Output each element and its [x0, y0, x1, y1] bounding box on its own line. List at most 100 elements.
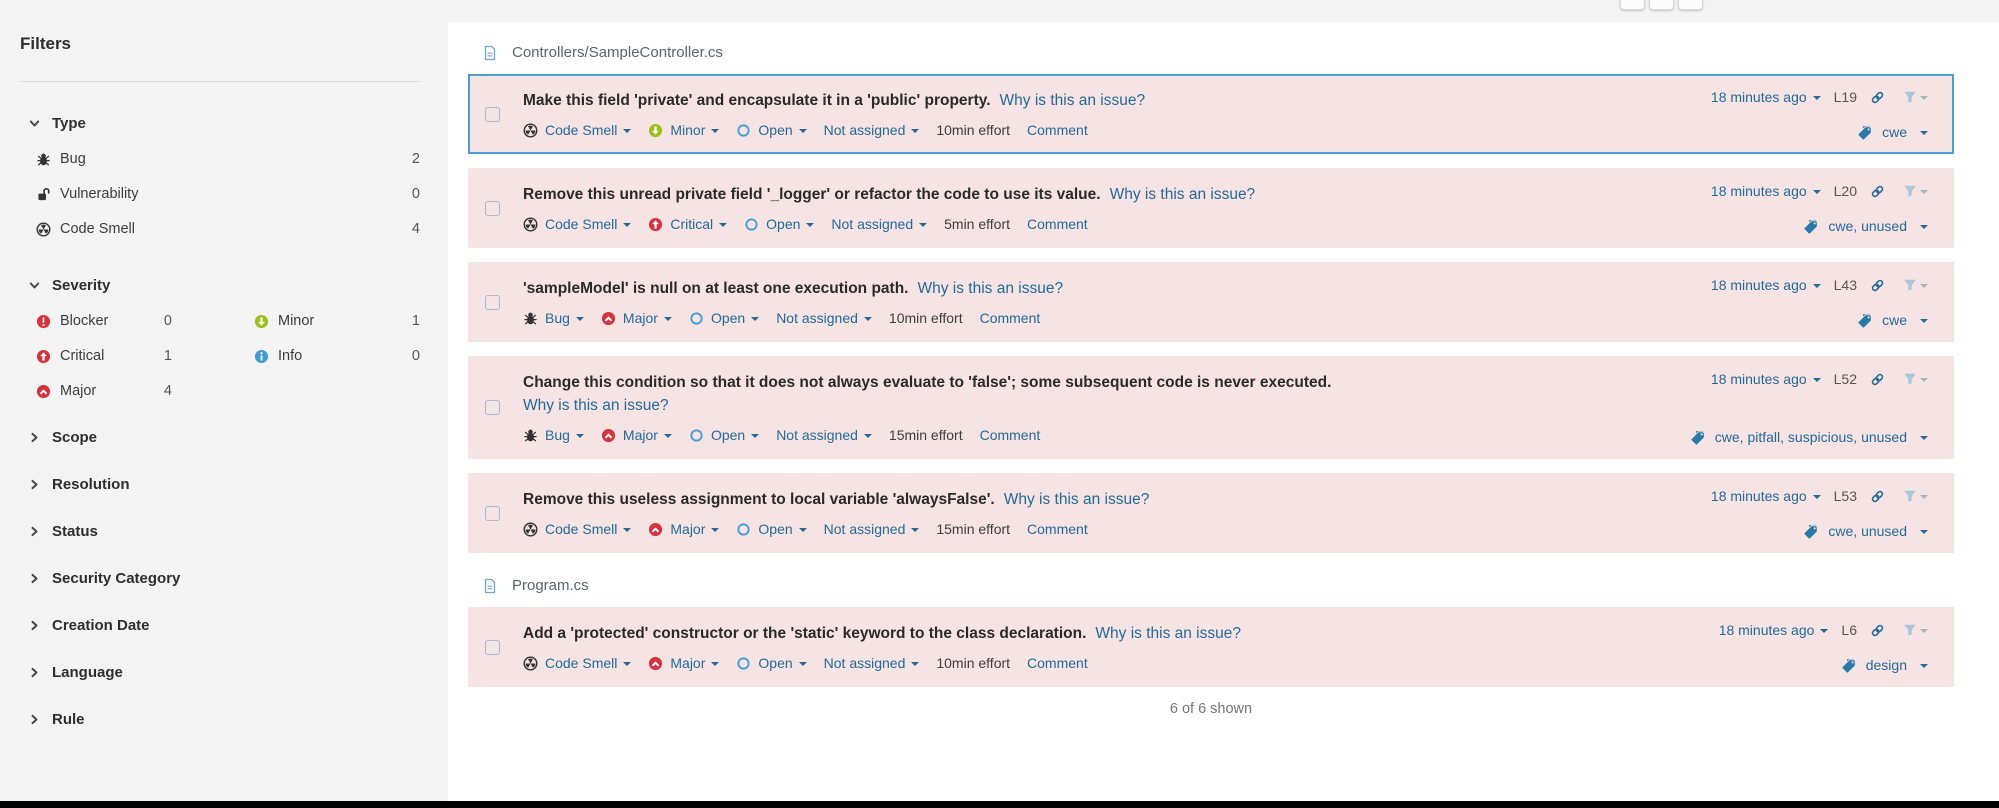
- issue-assignee-dropdown[interactable]: Not assigned: [824, 653, 920, 673]
- issue-age-dropdown[interactable]: 18 minutes ago: [1711, 89, 1807, 105]
- issue-status-dropdown[interactable]: Open: [736, 653, 807, 673]
- issue-title[interactable]: Change this condition so that it does no…: [523, 374, 1331, 391]
- issue-status-dropdown[interactable]: Open: [736, 519, 807, 539]
- comment-link[interactable]: Comment: [1027, 519, 1088, 539]
- comment-link[interactable]: Comment: [980, 308, 1041, 328]
- comment-link[interactable]: Comment: [1027, 120, 1088, 140]
- issue-tags-dropdown[interactable]: cwe: [1857, 312, 1928, 328]
- toolbar-button-3[interactable]: [1678, 0, 1703, 10]
- issue-assignee-dropdown[interactable]: Not assigned: [776, 308, 872, 328]
- caret-down-icon: [1820, 629, 1829, 633]
- issue-severity-dropdown[interactable]: Major: [648, 653, 720, 673]
- issue-type-dropdown[interactable]: Bug: [523, 425, 584, 445]
- filter-similar-issues-button[interactable]: [1903, 184, 1928, 198]
- issue-type-dropdown[interactable]: Code Smell: [523, 120, 632, 140]
- issue-title[interactable]: Remove this unread private field '_logge…: [523, 186, 1101, 203]
- permalink-icon: [1870, 90, 1885, 105]
- issue-row[interactable]: 'sampleModel' is null on at least one ex…: [468, 262, 1954, 342]
- comment-link[interactable]: Comment: [1027, 653, 1088, 673]
- issue-severity-dropdown[interactable]: Minor: [648, 120, 720, 140]
- issue-assignee-dropdown[interactable]: Not assigned: [824, 519, 920, 539]
- toolbar-button-2[interactable]: [1649, 0, 1674, 10]
- issue-severity-dropdown[interactable]: Critical: [648, 214, 728, 234]
- issue-tags-dropdown[interactable]: cwe, pitfall, suspicious, unused: [1690, 429, 1928, 445]
- issue-age-dropdown[interactable]: 18 minutes ago: [1711, 183, 1807, 199]
- comment-link[interactable]: Comment: [980, 425, 1041, 445]
- issue-checkbox[interactable]: [485, 106, 500, 122]
- facet-item-code-smell[interactable]: Code Smell 4: [20, 221, 420, 237]
- issue-checkbox[interactable]: [485, 505, 500, 521]
- toolbar-button-1[interactable]: [1620, 0, 1645, 10]
- why-is-this-an-issue-link[interactable]: Why is this an issue?: [1000, 92, 1146, 109]
- code-smell-icon: [36, 222, 51, 237]
- issue-status-dropdown[interactable]: Open: [689, 425, 760, 445]
- issue-title[interactable]: Add a 'protected' constructor or the 'st…: [523, 625, 1086, 642]
- issue-severity-dropdown[interactable]: Major: [648, 519, 720, 539]
- filter-similar-issues-button[interactable]: [1903, 489, 1928, 503]
- facet-header-severity[interactable]: Severity: [28, 277, 420, 294]
- issue-status-dropdown[interactable]: Open: [736, 120, 807, 140]
- issue-age-dropdown[interactable]: 18 minutes ago: [1711, 277, 1807, 293]
- filter-similar-issues-button[interactable]: [1903, 623, 1928, 637]
- issue-type-dropdown[interactable]: Bug: [523, 308, 584, 328]
- filter-similar-issues-button[interactable]: [1903, 372, 1928, 386]
- issue-tags-dropdown[interactable]: cwe: [1857, 124, 1928, 140]
- facet-item-blocker[interactable]: Blocker 0: [20, 313, 172, 329]
- code-smell-icon: [523, 656, 538, 671]
- why-is-this-an-issue-link[interactable]: Why is this an issue?: [523, 394, 1672, 417]
- issue-row[interactable]: Add a 'protected' constructor or the 'st…: [468, 607, 1954, 687]
- why-is-this-an-issue-link[interactable]: Why is this an issue?: [917, 280, 1063, 297]
- why-is-this-an-issue-link[interactable]: Why is this an issue?: [1110, 186, 1256, 203]
- issue-checkbox[interactable]: [485, 200, 500, 216]
- issue-title[interactable]: Remove this useless assignment to local …: [523, 491, 995, 508]
- issue-checkbox[interactable]: [485, 294, 500, 310]
- facet-item-major[interactable]: Major 4: [20, 383, 172, 399]
- issue-type-dropdown[interactable]: Code Smell: [523, 653, 632, 673]
- issue-row[interactable]: Change this condition so that it does no…: [468, 356, 1954, 459]
- issue-checkbox[interactable]: [485, 400, 500, 415]
- facet-section-rule[interactable]: Rule: [28, 711, 420, 728]
- facet-item-vulnerability[interactable]: Vulnerability 0: [20, 186, 420, 202]
- facet-item-critical[interactable]: Critical 1: [20, 348, 172, 364]
- issue-row[interactable]: Make this field 'private' and encapsulat…: [468, 74, 1954, 154]
- facet-section-scope[interactable]: Scope: [28, 429, 420, 446]
- facet-section-security-category[interactable]: Security Category: [28, 570, 420, 587]
- issue-checkbox[interactable]: [485, 639, 500, 655]
- issue-line-number: L53: [1833, 488, 1857, 504]
- filter-icon: [1903, 90, 1917, 104]
- facet-section-creation-date[interactable]: Creation Date: [28, 617, 420, 634]
- issue-assignee-dropdown[interactable]: Not assigned: [776, 425, 872, 445]
- caret-down-icon: [1812, 495, 1821, 499]
- facet-item-bug[interactable]: Bug 2: [20, 151, 420, 167]
- issue-tags-dropdown[interactable]: design: [1841, 657, 1928, 673]
- comment-link[interactable]: Comment: [1027, 214, 1088, 234]
- issue-row[interactable]: Remove this useless assignment to local …: [468, 473, 1954, 553]
- issue-age-dropdown[interactable]: 18 minutes ago: [1711, 371, 1807, 387]
- filter-similar-issues-button[interactable]: [1903, 278, 1928, 292]
- facet-section-resolution[interactable]: Resolution: [28, 476, 420, 493]
- issue-type-dropdown[interactable]: Code Smell: [523, 214, 632, 234]
- why-is-this-an-issue-link[interactable]: Why is this an issue?: [1004, 491, 1150, 508]
- issue-title[interactable]: Make this field 'private' and encapsulat…: [523, 92, 991, 109]
- facet-section-language[interactable]: Language: [28, 664, 420, 681]
- facet-section-status[interactable]: Status: [28, 523, 420, 540]
- facet-header-type[interactable]: Type: [28, 115, 420, 132]
- issue-tags-dropdown[interactable]: cwe, unused: [1803, 523, 1928, 539]
- issue-status-dropdown[interactable]: Open: [689, 308, 760, 328]
- issue-assignee-dropdown[interactable]: Not assigned: [831, 214, 928, 234]
- file-icon: [482, 45, 498, 61]
- issue-tags-dropdown[interactable]: cwe, unused: [1803, 218, 1928, 234]
- facet-item-minor[interactable]: Minor 1: [238, 313, 420, 329]
- issue-severity-dropdown[interactable]: Major: [601, 308, 672, 328]
- issue-type-dropdown[interactable]: Code Smell: [523, 519, 632, 539]
- issue-age-dropdown[interactable]: 18 minutes ago: [1719, 622, 1815, 638]
- facet-item-info[interactable]: Info 0: [238, 348, 420, 364]
- issue-title[interactable]: 'sampleModel' is null on at least one ex…: [523, 280, 908, 297]
- issue-status-dropdown[interactable]: Open: [744, 214, 815, 234]
- issue-assignee-dropdown[interactable]: Not assigned: [824, 120, 920, 140]
- issue-severity-dropdown[interactable]: Major: [601, 425, 672, 445]
- issue-row[interactable]: Remove this unread private field '_logge…: [468, 168, 1954, 248]
- filter-similar-issues-button[interactable]: [1903, 90, 1928, 104]
- issue-age-dropdown[interactable]: 18 minutes ago: [1711, 488, 1807, 504]
- why-is-this-an-issue-link[interactable]: Why is this an issue?: [1095, 625, 1241, 642]
